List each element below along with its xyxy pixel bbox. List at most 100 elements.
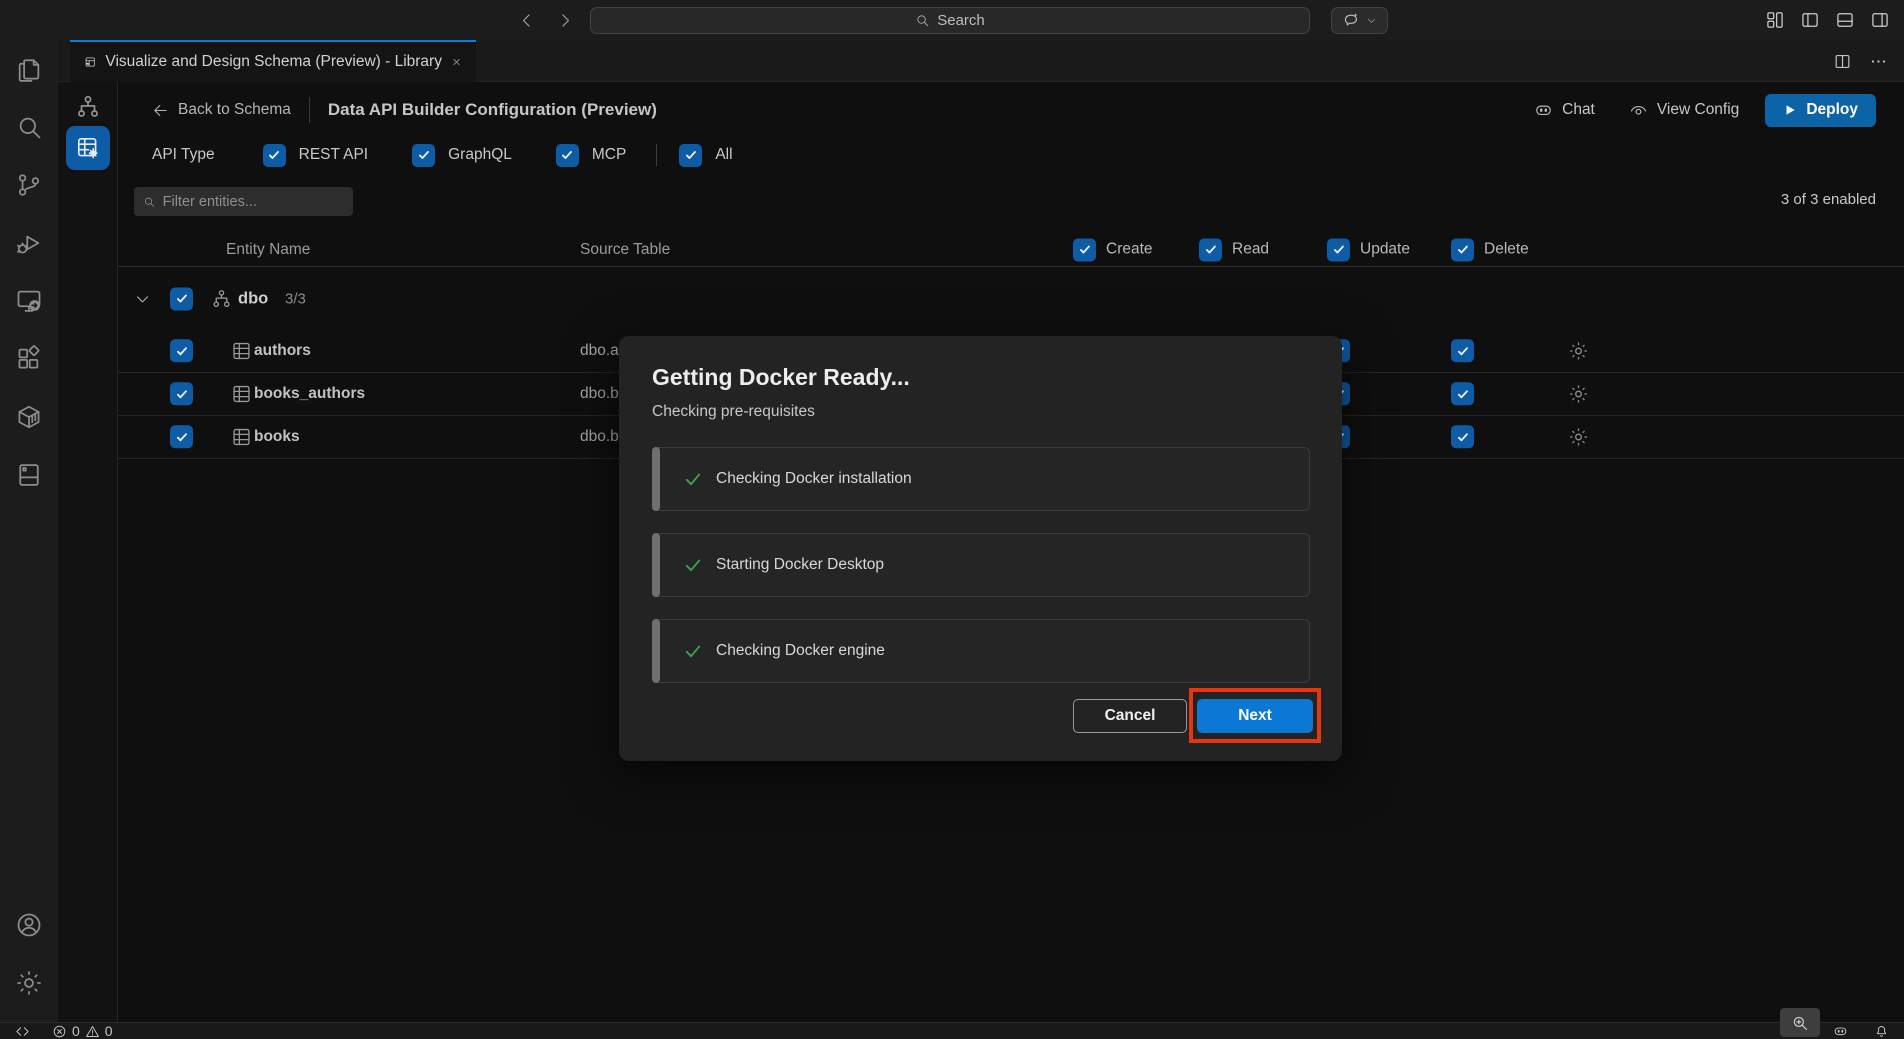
step-label: Checking Docker installation: [716, 470, 912, 488]
delete-checkbox[interactable]: [1451, 339, 1474, 362]
table-header: Entity Name Source Table Create Read Upd…: [118, 233, 1904, 267]
api-filter-divider: [656, 144, 657, 166]
chat-button[interactable]: Chat: [1526, 95, 1603, 126]
activity-search[interactable]: [15, 113, 43, 141]
activity-source-control[interactable]: [15, 171, 43, 199]
view-config-label: View Config: [1657, 101, 1739, 119]
search-icon: [915, 13, 930, 28]
activity-settings[interactable]: [15, 969, 43, 997]
warning-count: 0: [105, 1023, 113, 1039]
schema-designer-icon: [84, 53, 96, 71]
copilot-icon: [1534, 101, 1553, 120]
view-config-button[interactable]: View Config: [1621, 95, 1747, 126]
arrow-left-icon: [152, 102, 169, 119]
entity-settings-gear-icon[interactable]: [1568, 427, 1589, 448]
rest-api-checkbox[interactable]: [263, 144, 286, 167]
cancel-button[interactable]: Cancel: [1073, 699, 1187, 733]
read-all-checkbox[interactable]: [1199, 238, 1222, 261]
toggle-panel-icon[interactable]: [1835, 10, 1855, 30]
tab-visualize-schema[interactable]: Visualize and Design Schema (Preview) - …: [70, 40, 476, 82]
problems-status[interactable]: 0 0: [45, 1023, 120, 1039]
search-icon: [143, 195, 156, 209]
group-checkbox[interactable]: [170, 287, 193, 310]
extensions-icon: [15, 345, 43, 373]
update-column-label: Update: [1360, 241, 1410, 259]
check-icon: [683, 641, 703, 661]
crud-header-create: Create: [1073, 238, 1153, 261]
entity-checkbox[interactable]: [170, 339, 193, 362]
tab-bar: Visualize and Design Schema (Preview) - …: [58, 40, 1904, 82]
containers-icon: [15, 403, 43, 431]
all-label: All: [715, 146, 732, 164]
mcp-checkbox[interactable]: [556, 144, 579, 167]
toggle-sidebar-left-icon[interactable]: [1800, 10, 1820, 30]
more-actions-icon[interactable]: [1869, 52, 1888, 71]
activity-database[interactable]: [15, 461, 43, 489]
activity-remote-explorer[interactable]: [15, 287, 43, 315]
remote-indicator[interactable]: [8, 1024, 37, 1039]
chevron-down-icon[interactable]: [134, 290, 151, 307]
copilot-chat-dropdown[interactable]: [1331, 7, 1388, 34]
table-config-view-button[interactable]: [66, 126, 110, 170]
col-entity-name: Entity Name: [226, 241, 310, 259]
check-icon: [683, 469, 703, 489]
group-count: 3/3: [285, 290, 306, 307]
source-control-icon: [15, 171, 43, 199]
delete-checkbox[interactable]: [1451, 425, 1474, 448]
files-icon: [15, 55, 43, 83]
deploy-button[interactable]: Deploy: [1765, 94, 1876, 127]
delete-checkbox[interactable]: [1451, 382, 1474, 405]
close-icon[interactable]: [451, 54, 462, 70]
toggle-sidebar-right-icon[interactable]: [1870, 10, 1890, 30]
activity-run-debug[interactable]: [15, 229, 43, 257]
entity-name: books: [254, 428, 300, 446]
delete-all-checkbox[interactable]: [1451, 238, 1474, 261]
zoom-in-icon: [1791, 1014, 1809, 1032]
error-icon: [52, 1024, 67, 1039]
crud-header-update: Update: [1327, 238, 1410, 261]
warning-icon: [85, 1024, 100, 1039]
table-icon: [231, 341, 252, 362]
account-icon: [15, 911, 43, 939]
delete-column-label: Delete: [1484, 241, 1529, 259]
group-name: dbo: [238, 289, 268, 308]
crud-header-read: Read: [1199, 238, 1269, 261]
update-all-checkbox[interactable]: [1327, 238, 1350, 261]
activity-files[interactable]: [15, 55, 43, 83]
next-button[interactable]: Next: [1197, 699, 1313, 733]
entity-settings-gear-icon[interactable]: [1568, 384, 1589, 405]
search-placeholder: Search: [937, 12, 985, 29]
entity-checkbox[interactable]: [170, 382, 193, 405]
chat-label: Chat: [1562, 101, 1595, 119]
graphql-checkbox[interactable]: [412, 144, 435, 167]
forward-arrow-icon[interactable]: [555, 11, 574, 30]
filter-entities-input[interactable]: [163, 194, 344, 210]
database-icon: [15, 461, 43, 489]
create-all-checkbox[interactable]: [1073, 238, 1096, 261]
notifications-bell[interactable]: [1867, 1024, 1896, 1039]
api-option-rest-api: REST API: [263, 144, 369, 167]
all-checkbox[interactable]: [679, 144, 702, 167]
create-column-label: Create: [1106, 241, 1153, 259]
global-search-input[interactable]: Search: [590, 7, 1310, 34]
activity-extensions[interactable]: [15, 345, 43, 373]
docker-step: Starting Docker Desktop: [652, 533, 1310, 597]
zoom-in-indicator[interactable]: [1780, 1008, 1820, 1037]
customize-layout-icon[interactable]: [1765, 10, 1785, 30]
entity-settings-gear-icon[interactable]: [1568, 341, 1589, 362]
schema-hierarchy-icon[interactable]: [75, 94, 101, 120]
read-column-label: Read: [1232, 241, 1269, 259]
remote-icon: [15, 1024, 30, 1039]
search-icon: [15, 113, 43, 141]
activity-containers[interactable]: [15, 403, 43, 431]
copilot-status[interactable]: [1826, 1024, 1855, 1039]
back-to-schema-button[interactable]: Back to Schema: [152, 101, 291, 119]
split-editor-icon[interactable]: [1833, 52, 1852, 71]
activity-account[interactable]: [15, 911, 43, 939]
check-icon: [683, 555, 703, 575]
step-label: Checking Docker engine: [716, 642, 885, 660]
bell-icon: [1874, 1024, 1889, 1039]
entity-checkbox[interactable]: [170, 425, 193, 448]
crud-header-delete: Delete: [1451, 238, 1529, 261]
back-arrow-icon[interactable]: [518, 11, 537, 30]
